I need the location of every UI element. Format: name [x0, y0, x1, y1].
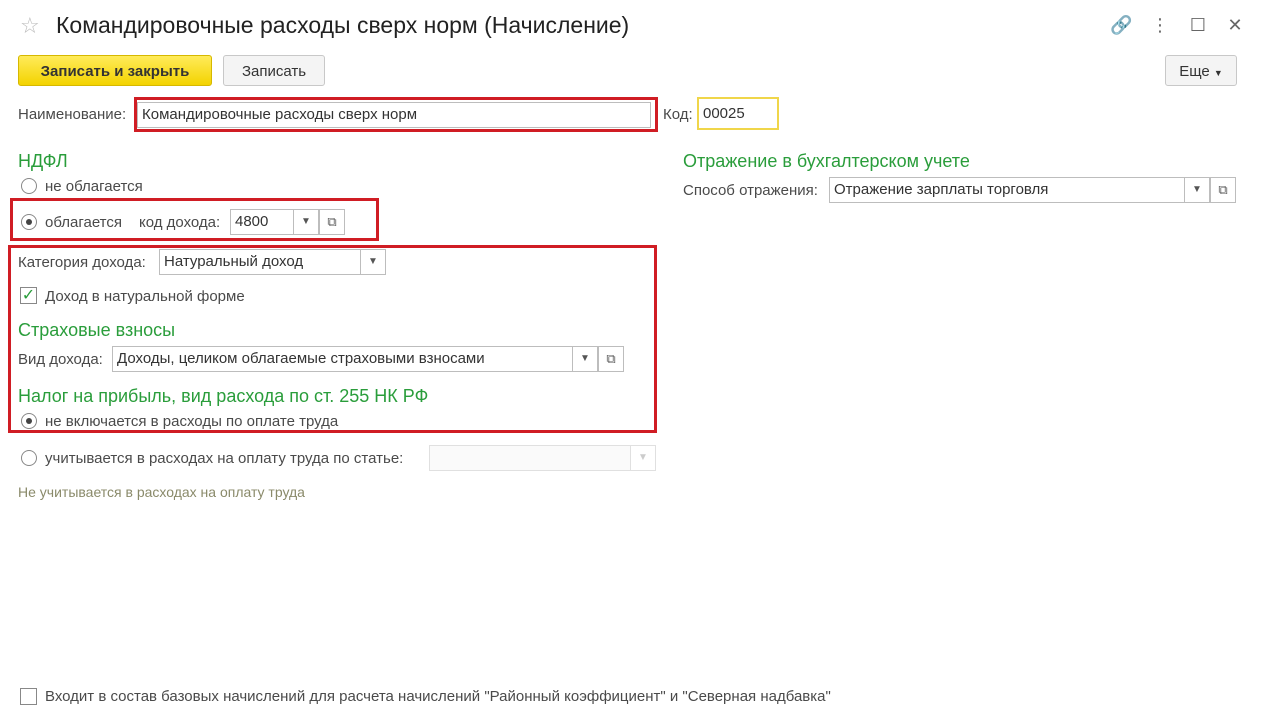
chevron-down-icon: ▼	[1213, 68, 1223, 78]
in-kind-checkbox[interactable]: ✓	[20, 287, 37, 304]
insurance-income-type-open-icon[interactable]: ⧉	[598, 346, 624, 372]
accounting-section-title: Отражение в бухгалтерском учете	[683, 151, 970, 171]
income-category-input[interactable]: Натуральный доход	[159, 249, 361, 275]
profit-tax-section-title: Налог на прибыль, вид расхода по ст. 255…	[18, 386, 429, 406]
income-code-label: код дохода:	[139, 214, 221, 231]
income-category-label: Категория дохода:	[18, 254, 146, 271]
accounting-method-label: Способ отражения:	[683, 182, 818, 199]
save-and-close-button[interactable]: Записать и закрыть	[18, 55, 212, 86]
profit-tax-hint: Не учитывается в расходах на оплату труд…	[18, 484, 305, 500]
in-kind-label: Доход в натуральной форме	[45, 288, 245, 305]
income-code-dropdown-icon[interactable]: ▼	[293, 209, 319, 235]
more-button-label: Еще	[1179, 63, 1210, 80]
insurance-income-type-input[interactable]: Доходы, целиком облагаемые страховыми вз…	[112, 346, 573, 372]
accounting-method-dropdown-icon[interactable]: ▼	[1184, 177, 1210, 203]
profit-tax-included-label: учитывается в расходах на оплату труда п…	[45, 450, 404, 467]
save-button[interactable]: Записать	[223, 55, 325, 86]
ndfl-taxed-label: облагается	[45, 214, 123, 231]
regional-coefficient-label: Входит в состав базовых начислений для р…	[45, 688, 831, 705]
maximize-icon[interactable]: ☐	[1187, 14, 1209, 36]
regional-coefficient-checkbox[interactable]	[20, 688, 37, 705]
code-input[interactable]: 00025	[697, 97, 779, 130]
accounting-method-input[interactable]: Отражение зарплаты торговля	[829, 177, 1185, 203]
ndfl-not-taxed-radio[interactable]	[21, 178, 37, 194]
code-label: Код:	[663, 106, 693, 123]
more-actions-icon[interactable]: ⋮	[1149, 14, 1171, 36]
profit-tax-excluded-radio[interactable]	[21, 413, 37, 429]
link-icon[interactable]: 🔗	[1110, 14, 1132, 36]
profit-tax-article-input[interactable]	[429, 445, 631, 471]
name-input[interactable]: Командировочные расходы сверх норм	[137, 102, 651, 128]
insurance-income-type-dropdown-icon[interactable]: ▼	[572, 346, 598, 372]
close-icon[interactable]: ✕	[1224, 14, 1246, 36]
ndfl-not-taxed-label: не облагается	[45, 178, 143, 195]
more-button[interactable]: Еще ▼	[1165, 55, 1237, 86]
profit-tax-article-dropdown-icon[interactable]: ▼	[630, 445, 656, 471]
name-label: Наименование:	[18, 106, 127, 123]
income-code-input[interactable]: 4800	[230, 209, 294, 235]
window-title: Командировочные расходы сверх норм (Начи…	[56, 12, 630, 38]
favorite-star-icon[interactable]: ☆	[20, 13, 40, 39]
profit-tax-excluded-label: не включается в расходы по оплате труда	[45, 413, 339, 430]
insurance-income-type-label: Вид дохода:	[18, 351, 103, 368]
ndfl-taxed-radio[interactable]	[21, 214, 37, 230]
insurance-section-title: Страховые взносы	[18, 320, 176, 340]
profit-tax-included-radio[interactable]	[21, 450, 37, 466]
income-category-dropdown-icon[interactable]: ▼	[360, 249, 386, 275]
accounting-method-open-icon[interactable]: ⧉	[1210, 177, 1236, 203]
ndfl-section-title: НДФЛ	[18, 151, 68, 171]
income-code-open-icon[interactable]: ⧉	[319, 209, 345, 235]
